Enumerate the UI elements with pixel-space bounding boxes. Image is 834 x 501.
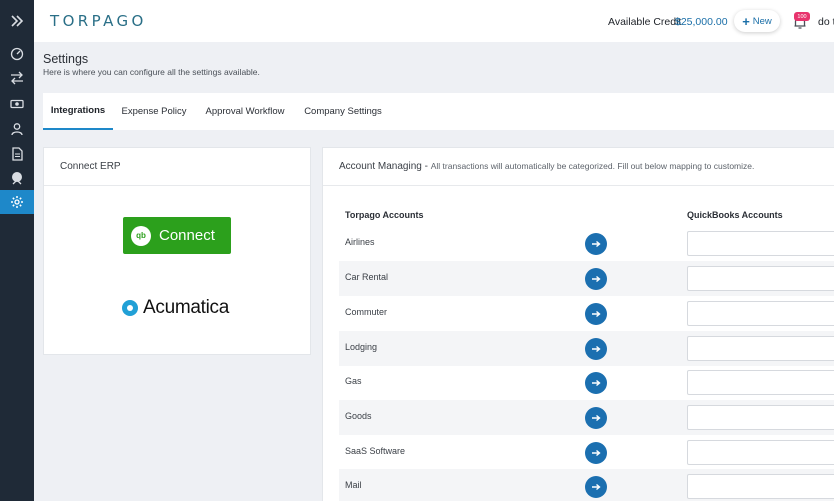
connect-erp-title: Connect ERP (60, 161, 121, 172)
acumatica-label: Acumatica (143, 297, 230, 318)
sidebar-item-settings[interactable] (0, 190, 34, 214)
document-icon (12, 147, 23, 161)
tab-company-settings[interactable]: Company Settings (300, 93, 386, 130)
quickbooks-account-input[interactable] (687, 405, 834, 430)
acumatica-logo-icon (122, 300, 138, 316)
account-name: Airlines (345, 237, 375, 247)
divider (44, 185, 310, 186)
quickbooks-logo-icon: qb (131, 225, 151, 246)
torpago-accounts-header: Torpago Accounts (345, 210, 424, 220)
account-name: Mail (345, 480, 362, 490)
map-arrow-button[interactable] (585, 372, 607, 394)
user-icon (11, 123, 23, 136)
tab-approval-workflow[interactable]: Approval Workflow (201, 93, 289, 130)
cash-icon (10, 99, 24, 109)
quickbooks-connect-button[interactable]: qb Connect (123, 217, 231, 254)
transfer-arrows-icon (11, 71, 23, 85)
available-credit-value: $25,000.00 (675, 16, 728, 28)
account-row: SaaS Software (339, 435, 834, 470)
arrow-right-icon (592, 240, 601, 248)
map-arrow-button[interactable] (585, 407, 607, 429)
map-arrow-button[interactable] (585, 338, 607, 360)
arrow-right-icon (592, 275, 601, 283)
sidebar-item-cash[interactable] (0, 92, 34, 116)
account-row: Lodging (339, 331, 834, 366)
map-arrow-button[interactable] (585, 268, 607, 290)
account-name: Car Rental (345, 272, 389, 282)
quickbooks-connect-label: Connect (159, 227, 215, 244)
map-arrow-button[interactable] (585, 303, 607, 325)
tab-expense-policy[interactable]: Expense Policy (119, 93, 189, 130)
arrow-right-icon (592, 414, 601, 422)
account-managing-header: Account Managing - All transactions will… (339, 161, 754, 172)
user-name[interactable]: do t (818, 16, 834, 28)
tab-integrations[interactable]: Integrations (43, 93, 113, 130)
account-name: SaaS Software (345, 446, 406, 456)
map-arrow-button[interactable] (585, 442, 607, 464)
torpago-logo[interactable]: TORPAGO (50, 12, 147, 30)
available-credit-label: Available Credit (608, 16, 682, 28)
settings-tabs: Integrations Expense Policy Approval Wor… (43, 93, 834, 130)
sidebar-item-documents[interactable] (0, 142, 34, 166)
map-arrow-button[interactable] (585, 233, 607, 255)
plane-globe-icon (12, 172, 22, 185)
account-row: Mail (339, 469, 834, 501)
account-name: Gas (345, 376, 362, 386)
quickbooks-account-input[interactable] (687, 231, 834, 256)
account-managing-title: Account Managing - (339, 161, 428, 172)
arrow-right-icon (592, 379, 601, 387)
account-name: Lodging (345, 342, 378, 352)
sidebar-item-travel[interactable] (0, 166, 34, 190)
expand-sidebar-button[interactable] (0, 9, 34, 33)
map-arrow-button[interactable] (585, 476, 607, 498)
account-managing-description: All transactions will automatically be c… (430, 161, 755, 171)
account-managing-card: Account Managing - All transactions will… (322, 147, 834, 501)
account-row: Gas (339, 365, 834, 400)
arrow-right-icon (592, 345, 601, 353)
quickbooks-account-input[interactable] (687, 440, 834, 465)
sidebar-item-dashboard[interactable] (0, 42, 34, 66)
sidebar-item-transactions[interactable] (0, 66, 34, 90)
quickbooks-account-input[interactable] (687, 336, 834, 361)
sidebar-item-users[interactable] (0, 117, 34, 141)
sidebar (0, 0, 34, 501)
arrow-right-icon (592, 449, 601, 457)
page-title: Settings (43, 52, 89, 66)
acumatica-connect-button[interactable]: Acumatica (122, 297, 229, 319)
page-subtitle: Here is where you can configure all the … (43, 67, 260, 77)
account-row: Airlines (339, 226, 834, 261)
quickbooks-account-input[interactable] (687, 370, 834, 395)
quickbooks-account-input[interactable] (687, 266, 834, 291)
account-name: Goods (345, 411, 372, 421)
arrow-right-icon (592, 483, 601, 491)
account-row: Goods (339, 400, 834, 435)
quickbooks-accounts-header: QuickBooks Accounts (687, 210, 783, 220)
notification-badge: 100 (794, 12, 810, 21)
connect-erp-card: Connect ERP qb Connect Acumatica (43, 147, 311, 355)
arrow-right-icon (592, 310, 601, 318)
quickbooks-account-input[interactable] (687, 301, 834, 326)
quickbooks-account-input[interactable] (687, 474, 834, 499)
chevrons-right-icon (11, 15, 24, 27)
gear-icon (11, 196, 23, 208)
account-row: Car Rental (339, 261, 834, 296)
speedometer-icon (10, 47, 24, 61)
plus-icon: + (742, 13, 750, 29)
new-button-label: New (752, 15, 772, 27)
account-name: Commuter (345, 307, 388, 317)
new-button[interactable]: + New (734, 10, 780, 32)
divider (323, 185, 834, 186)
account-row: Commuter (339, 296, 834, 331)
top-bar: TORPAGO Available Credit $25,000.00 + Ne… (34, 0, 834, 42)
